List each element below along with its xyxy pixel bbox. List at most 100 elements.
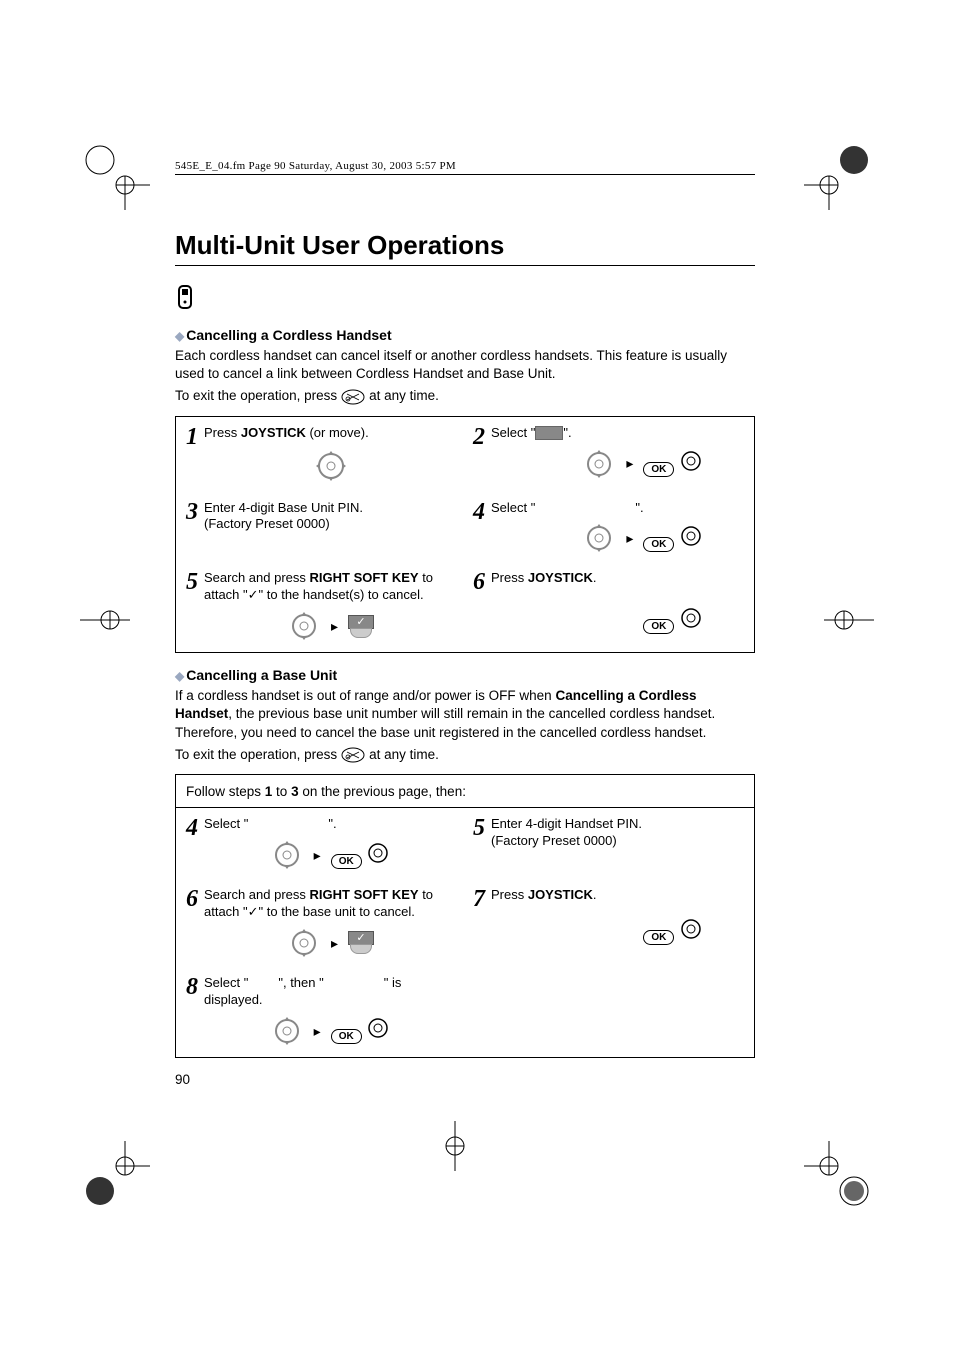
- step-b8: 8 Select "", then "" is displayed. ▸ OK: [186, 975, 457, 1047]
- stepnum: 7: [473, 887, 485, 911]
- handset-icon: [175, 284, 755, 319]
- step-text: Select ": [491, 500, 535, 515]
- regmark-bl: [80, 1141, 150, 1211]
- step-3: 3 Enter 4-digit Base Unit PIN. (Factory …: [186, 500, 457, 555]
- stepnum: 6: [186, 887, 198, 911]
- stepnum: 5: [473, 816, 485, 840]
- step-bold: JOYSTICK: [528, 887, 593, 902]
- stepnum: 4: [186, 816, 198, 840]
- joystick-updown-icon: [270, 1015, 304, 1047]
- joystick-4way-icon: [311, 448, 351, 484]
- step-b6: 6 Search and press RIGHT SOFT KEY to att…: [186, 887, 457, 959]
- stepnum: 2: [473, 425, 485, 449]
- ok-label: OK: [643, 930, 674, 945]
- regmark-ml: [80, 600, 130, 640]
- arrow-right-icon: ▸: [314, 846, 321, 864]
- stepnum: 8: [186, 975, 198, 999]
- joystick-press-icon: [365, 1017, 391, 1039]
- stepnum: 3: [186, 500, 198, 524]
- arrow-right-icon: ▸: [331, 934, 338, 952]
- step-text: Press: [491, 887, 528, 902]
- step-text: ".: [328, 816, 336, 831]
- joystick-press-icon: [365, 842, 391, 864]
- arrow-right-icon: ▸: [626, 454, 633, 472]
- ok-label: OK: [643, 619, 674, 634]
- step-text: Search and press: [204, 887, 310, 902]
- stepnum: 5: [186, 570, 198, 594]
- step-text: Enter 4-digit Handset PIN.: [491, 816, 744, 833]
- step-text: ".: [563, 425, 571, 440]
- softkey-check-icon: ✓: [348, 615, 374, 638]
- step-text: Select ": [204, 816, 248, 831]
- diamond-icon: ◆: [175, 669, 184, 683]
- page-title: Multi-Unit User Operations: [175, 230, 755, 266]
- step-4: 4 Select " ". ▸ OK: [473, 500, 744, 555]
- step-bold: JOYSTICK: [528, 570, 593, 585]
- step-text: ", then ": [278, 975, 323, 990]
- section1-exit: To exit the operation, press at any time…: [175, 387, 755, 405]
- step-b4: 4 Select " ". ▸ OK: [186, 816, 457, 871]
- joystick-updown-icon: [582, 522, 616, 554]
- steps-box-2: Follow steps 1 to 3 on the previous page…: [175, 774, 755, 1058]
- step-2: 2 Select "". ▸ OK: [473, 425, 744, 484]
- step-bold: RIGHT SOFT KEY: [310, 570, 419, 585]
- step-text: (Factory Preset 0000): [491, 833, 744, 850]
- stepnum: 6: [473, 570, 485, 594]
- step-text: .: [593, 887, 597, 902]
- regmark-mr: [824, 600, 874, 640]
- subhead-text: Cancelling a Base Unit: [186, 667, 337, 683]
- step-text: .: [593, 570, 597, 585]
- stepnum: 4: [473, 500, 485, 524]
- step-text: Press: [204, 425, 241, 440]
- steps-box-1: 1 Press JOYSTICK (or move). 2 Select "".…: [175, 416, 755, 654]
- frame-header: 545E_E_04.fm Page 90 Saturday, August 30…: [175, 160, 755, 175]
- ok-label: OK: [643, 537, 674, 552]
- regmark-tl: [80, 140, 150, 210]
- section2-para: If a cordless handset is out of range an…: [175, 687, 755, 742]
- subhead-cancel-base: ◆Cancelling a Base Unit: [175, 667, 755, 683]
- subhead-cancel-handset: ◆Cancelling a Cordless Handset: [175, 327, 755, 343]
- step-text: (or move).: [306, 425, 369, 440]
- joystick-updown-icon: [287, 610, 321, 642]
- step-bold: JOYSTICK: [241, 425, 306, 440]
- arrow-right-icon: ▸: [626, 529, 633, 547]
- joystick-press-icon: [678, 525, 704, 547]
- regmark-tr: [804, 140, 874, 210]
- step-text: Press: [491, 570, 528, 585]
- exit-suffix: at any time.: [369, 746, 439, 764]
- section1-para: Each cordless handset can cancel itself …: [175, 347, 755, 383]
- step-text: Enter 4-digit Base Unit PIN.: [204, 500, 457, 517]
- step-text: Search and press: [204, 570, 310, 585]
- ok-label: OK: [331, 1029, 362, 1044]
- subhead-text: Cancelling a Cordless Handset: [186, 327, 391, 343]
- display-chip-icon: [535, 426, 563, 440]
- joystick-updown-icon: [582, 448, 616, 480]
- softkey-check-icon: ✓: [348, 931, 374, 954]
- diamond-icon: ◆: [175, 329, 184, 343]
- step-1: 1 Press JOYSTICK (or move).: [186, 425, 457, 484]
- para-text: , the previous base unit number will sti…: [175, 706, 715, 739]
- exit-prefix: To exit the operation, press: [175, 387, 337, 405]
- regmark-bc: [435, 1121, 475, 1171]
- joystick-press-icon: [678, 450, 704, 472]
- step-bold: RIGHT SOFT KEY: [310, 887, 419, 902]
- para-text: If a cordless handset is out of range an…: [175, 688, 555, 703]
- ok-label: OK: [331, 854, 362, 869]
- off-key-icon: [341, 746, 365, 764]
- section2-exit: To exit the operation, press at any time…: [175, 746, 755, 764]
- joystick-updown-icon: [270, 839, 304, 871]
- arrow-right-icon: ▸: [331, 617, 338, 635]
- off-key-icon: [341, 388, 365, 406]
- page-number: 90: [175, 1072, 755, 1087]
- step-text: Select ": [204, 975, 248, 990]
- follow-text: Follow steps 1 to 3 on the previous page…: [186, 784, 466, 799]
- exit-prefix: To exit the operation, press: [175, 746, 337, 764]
- arrow-right-icon: ▸: [314, 1022, 321, 1040]
- joystick-press-icon: [678, 918, 704, 940]
- step-b7: 7 Press JOYSTICK. OK: [473, 887, 744, 959]
- stepnum: 1: [186, 425, 198, 449]
- ok-label: OK: [643, 462, 674, 477]
- joystick-press-icon: [678, 607, 704, 629]
- step-text: ".: [635, 500, 643, 515]
- step-text: (Factory Preset 0000): [204, 516, 457, 533]
